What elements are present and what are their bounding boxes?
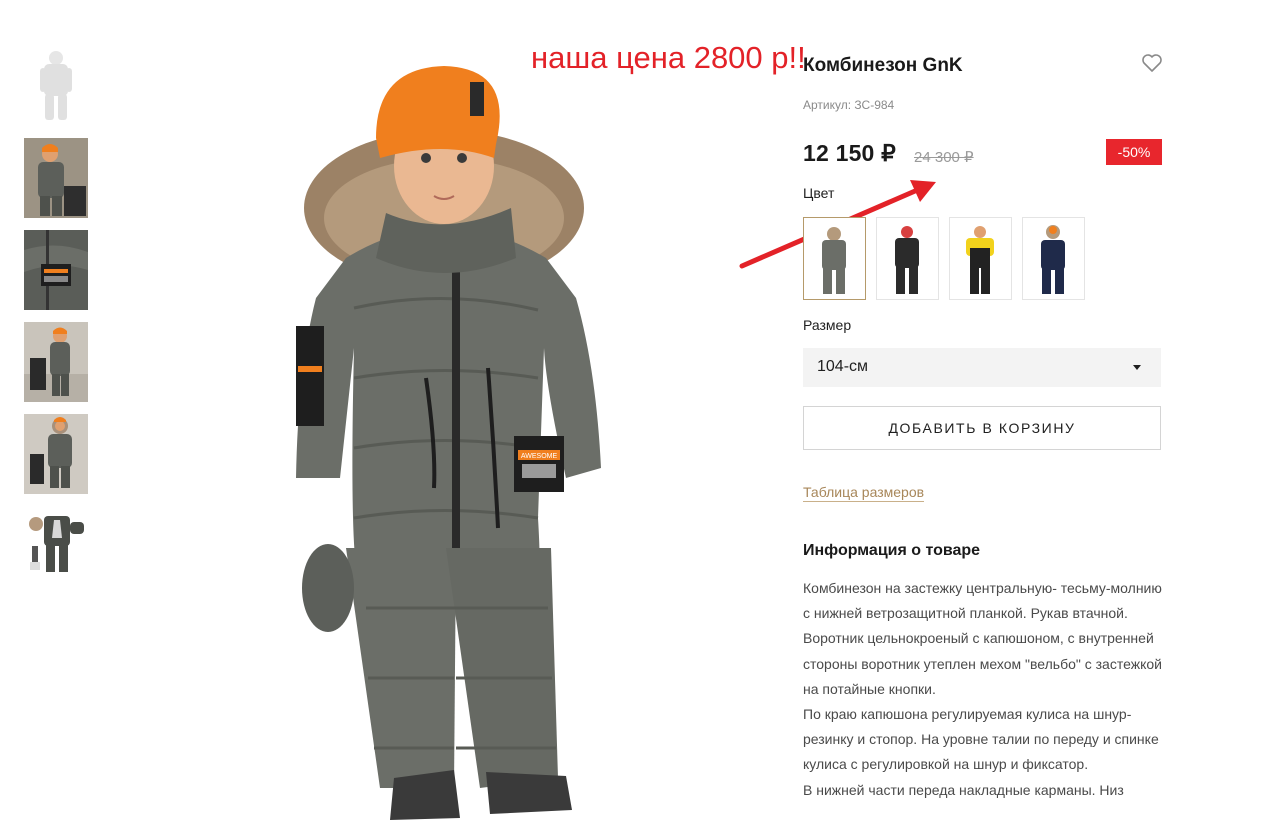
thumbnail-2[interactable] xyxy=(24,138,88,218)
description-paragraph: Комбинезон на застежку центральную- тесь… xyxy=(803,580,1162,622)
price-annotation-note: наша цена 2800 р!! xyxy=(531,40,806,75)
product-title: Комбинезон GnK xyxy=(803,55,963,76)
product-info-heading: Информация о товаре xyxy=(803,542,981,559)
size-select-value: 104-см xyxy=(817,358,869,375)
description-paragraph: По краю капюшона регулируемая кулиса на … xyxy=(803,706,1159,773)
color-swatch-navy[interactable] xyxy=(1022,217,1085,300)
caret-down-icon xyxy=(1133,365,1141,370)
main-product-image: AWESOME xyxy=(276,48,636,822)
thumbnail-6[interactable] xyxy=(24,506,88,586)
sku: Артикул: ЗС-984 xyxy=(803,98,894,112)
thumbnail-1[interactable] xyxy=(24,46,88,126)
sku-label: Артикул: xyxy=(803,98,852,112)
description-paragraph: Воротник цельнокроеный с капюшоном, с вн… xyxy=(803,630,1162,697)
color-label: Цвет xyxy=(803,185,835,201)
size-select[interactable]: 104-см xyxy=(803,348,1161,387)
product-description: Комбинезон на застежку центральную- тесь… xyxy=(803,576,1168,803)
thumbnail-4[interactable] xyxy=(24,322,88,402)
current-price: 12 150 ₽ xyxy=(803,140,896,166)
badge-text: AWESOME xyxy=(521,453,558,460)
description-paragraph: В нижней части переда накладные карманы.… xyxy=(803,781,1124,798)
thumbnail-3[interactable] xyxy=(24,230,88,310)
heart-icon xyxy=(1142,54,1162,72)
discount-badge: -50% xyxy=(1106,139,1162,165)
color-swatch-black[interactable] xyxy=(876,217,939,300)
add-to-cart-button[interactable]: ДОБАВИТЬ В КОРЗИНУ xyxy=(803,406,1161,450)
old-price: 24 300 ₽ xyxy=(914,149,974,166)
color-swatch-yellow-black[interactable] xyxy=(949,217,1012,300)
sku-value: ЗС-984 xyxy=(854,98,895,112)
color-swatch-grey[interactable] xyxy=(803,217,866,300)
wishlist-button[interactable] xyxy=(1140,51,1164,75)
size-chart-link[interactable]: Таблица размеров xyxy=(803,483,925,502)
size-label: Размер xyxy=(803,317,852,333)
thumbnail-5[interactable] xyxy=(24,414,88,494)
